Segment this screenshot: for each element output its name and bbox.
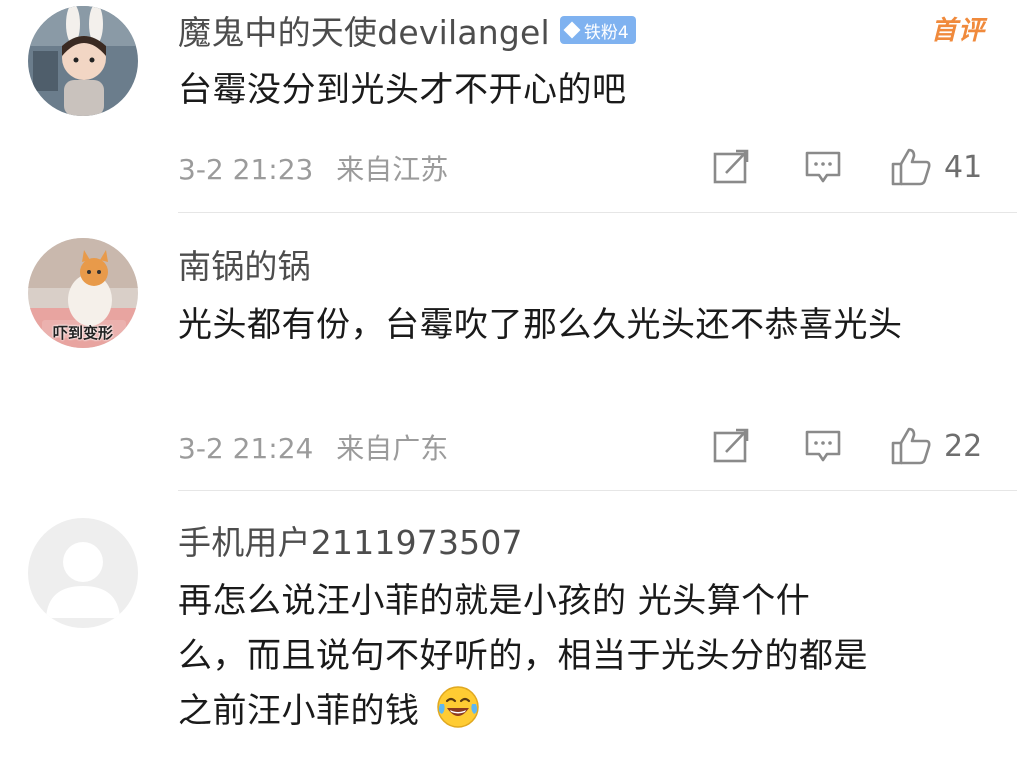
avatar[interactable]: 吓到变形 — [28, 238, 138, 348]
avatar[interactable] — [28, 6, 138, 116]
first-comment-tag: 首评 — [930, 16, 985, 46]
username[interactable]: 魔鬼中的天使devilangel — [178, 6, 550, 54]
like-count: 22 — [944, 428, 983, 464]
repost-icon — [712, 428, 750, 464]
comment-time: 3-2 21:24 — [178, 432, 314, 465]
comment-text-line: 么，而且说句不好听的，相当于光头分的都是 — [178, 636, 868, 676]
thumbs-up-icon — [890, 147, 932, 187]
comment-time: 3-2 21:23 — [178, 153, 314, 186]
comment-item: 吓到变形 南锅的锅 光头都有份，台霉吹了那么久光头还不恭喜光头 3-2 21:2… — [0, 212, 1017, 490]
comment-icon — [804, 149, 842, 185]
like-button[interactable]: 22 — [890, 424, 982, 468]
avatar-caption: 吓到变形 — [52, 324, 113, 342]
comment-text[interactable]: 再怎么说汪小菲的就是小孩的 光头算个什 么，而且说句不好听的，相当于光头分的都是… — [178, 574, 988, 739]
thumbs-up-icon — [890, 426, 932, 466]
comment-meta: 3-2 21:23 来自江苏 — [178, 148, 448, 188]
user-line: 手机用户2111973507 — [178, 518, 523, 562]
like-button[interactable]: 41 — [890, 145, 982, 189]
comment-text-line: 再怎么说汪小菲的就是小孩的 光头算个什 — [178, 581, 811, 621]
fan-badge-label: 铁粉4 — [583, 22, 629, 43]
action-bar: 22 — [712, 424, 1002, 468]
comment-button[interactable] — [804, 145, 842, 189]
repost-button[interactable] — [712, 424, 750, 468]
comment-button[interactable] — [804, 424, 842, 468]
repost-button[interactable] — [712, 145, 750, 189]
comment-icon — [804, 428, 842, 464]
comment-location: 来自江苏 — [336, 153, 449, 186]
comment-meta: 3-2 21:24 来自广东 — [178, 427, 448, 467]
user-line: 南锅的锅 — [178, 242, 311, 286]
repost-icon — [712, 149, 750, 185]
diamond-icon — [563, 21, 581, 39]
avatar[interactable] — [28, 518, 138, 628]
comment-text[interactable]: 光头都有份，台霉吹了那么久光头还不恭喜光头 — [178, 298, 988, 353]
comment-item: 魔鬼中的天使devilangel 铁粉4 首评 台霉没分到光头才不开心的吧 3-… — [0, 0, 1017, 212]
comment-text-line: 之前汪小菲的钱 — [178, 684, 988, 739]
user-line: 魔鬼中的天使devilangel 铁粉4 — [178, 8, 636, 52]
comment-text[interactable]: 台霉没分到光头才不开心的吧 — [178, 63, 988, 118]
username[interactable]: 南锅的锅 — [178, 240, 311, 288]
comment-text-line-content: 之前汪小菲的钱 — [178, 691, 420, 731]
action-bar: 41 — [712, 145, 1002, 189]
username[interactable]: 手机用户2111973507 — [178, 516, 523, 564]
comment-item: 手机用户2111973507 再怎么说汪小菲的就是小孩的 光头算个什 么，而且说… — [0, 490, 1017, 763]
laughing-tears-emoji — [435, 684, 481, 730]
fan-badge: 铁粉4 — [559, 16, 636, 44]
comment-location: 来自广东 — [336, 432, 449, 465]
like-count: 41 — [944, 149, 983, 185]
